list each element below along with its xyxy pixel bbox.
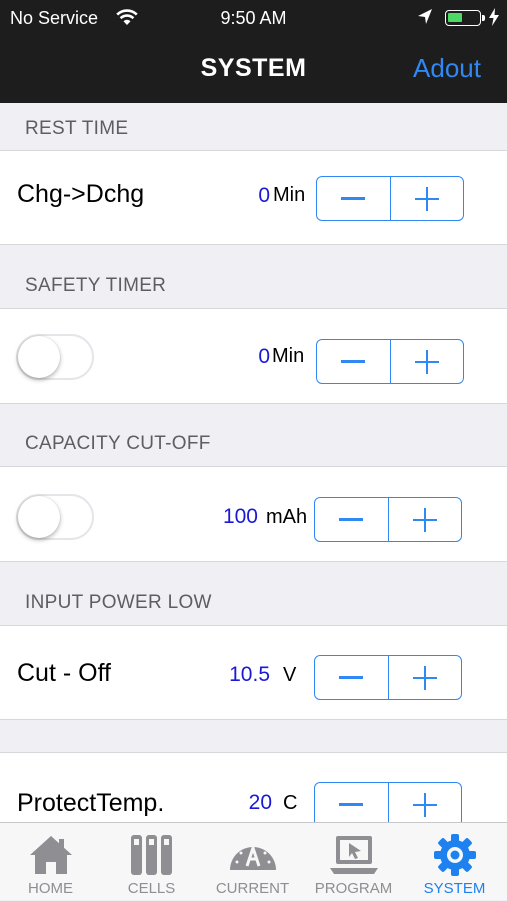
decrement-button[interactable] <box>317 340 390 383</box>
section-header-label: INPUT POWER LOW <box>25 592 212 613</box>
increment-button[interactable] <box>387 656 462 699</box>
tab-current[interactable]: CURRENT <box>202 823 303 901</box>
plus-icon <box>414 349 439 374</box>
tab-label: CELLS <box>127 880 176 897</box>
stepper-input-power-low <box>314 655 462 700</box>
cells-icon <box>101 831 202 879</box>
status-bar: No Service 9:50 AM <box>0 0 507 36</box>
decrement-button[interactable] <box>315 783 388 826</box>
tab-label: SYSTEM <box>423 880 486 897</box>
value-rest-time: 0 <box>258 184 270 207</box>
unit-protect-temp: C <box>283 792 298 814</box>
value-capacity-cutoff: 100 <box>222 505 258 528</box>
gear-icon <box>404 831 505 879</box>
toggle-knob <box>18 496 60 538</box>
value-safety-timer: 0 <box>258 345 270 368</box>
unit-input-power-low: V <box>283 664 297 686</box>
section-header-rest-time: REST TIME <box>0 103 507 150</box>
plus-icon <box>412 792 437 817</box>
row-input-power-low: Cut - Off 10.5 V <box>0 625 507 720</box>
tab-system[interactable]: SYSTEM <box>404 823 505 901</box>
stepper-protect-temp <box>314 782 462 827</box>
minus-icon <box>341 197 366 200</box>
home-icon <box>0 831 101 879</box>
row-label: Chg->Dchg <box>17 180 145 208</box>
stepper-capacity-cutoff <box>314 497 462 542</box>
tab-cells[interactable]: CELLS <box>101 823 202 901</box>
about-button[interactable]: Adout <box>413 53 481 84</box>
row-capacity-cutoff: 100 mAh <box>0 466 507 562</box>
increment-button[interactable] <box>389 340 464 383</box>
decrement-button[interactable] <box>315 656 388 699</box>
section-header-input-power-low: INPUT POWER LOW <box>0 562 507 625</box>
laptop-icon <box>303 831 404 879</box>
toggle-knob <box>18 336 60 378</box>
unit-rest-time: Min <box>273 184 306 206</box>
battery-icon <box>445 10 485 26</box>
minus-icon <box>339 803 364 806</box>
section-header-label: CAPACITY CUT-OFF <box>25 433 211 454</box>
safety-timer-toggle[interactable] <box>16 334 94 380</box>
section-header-label: REST TIME <box>25 118 129 139</box>
plus-icon <box>414 186 439 211</box>
capacity-cutoff-toggle[interactable] <box>16 494 94 540</box>
minus-icon <box>339 676 364 679</box>
increment-button[interactable] <box>387 498 462 541</box>
stepper-rest-time <box>316 176 464 221</box>
increment-button[interactable] <box>387 783 462 826</box>
decrement-button[interactable] <box>317 177 390 220</box>
unit-capacity-cutoff: mAh <box>266 506 308 528</box>
minus-icon <box>339 518 364 521</box>
section-spacer <box>0 720 507 752</box>
charging-icon <box>488 8 500 31</box>
unit-safety-timer: Min <box>272 345 305 367</box>
tab-label: HOME <box>28 880 73 897</box>
location-icon <box>417 8 433 31</box>
row-label: ProtectTemp. <box>17 789 165 817</box>
increment-button[interactable] <box>389 177 464 220</box>
tab-bar: HOME CELLS CURRENT PROGRAM SYSTEM <box>0 822 507 900</box>
minus-icon <box>341 360 366 363</box>
value-input-power-low: 10.5 <box>229 663 270 686</box>
section-header-label: SAFETY TIMER <box>25 275 167 296</box>
gauge-icon <box>202 831 303 879</box>
top-bar: No Service 9:50 AM SYSTEM Adout <box>0 0 507 103</box>
tab-home[interactable]: HOME <box>0 823 101 901</box>
section-header-capacity-cutoff: CAPACITY CUT-OFF <box>0 404 507 466</box>
plus-icon <box>412 665 437 690</box>
row-safety-timer: 0 Min <box>0 308 507 404</box>
decrement-button[interactable] <box>315 498 388 541</box>
row-label: Cut - Off <box>17 659 112 687</box>
tab-program[interactable]: PROGRAM <box>303 823 404 901</box>
section-header-safety-timer: SAFETY TIMER <box>0 245 507 308</box>
stepper-safety-timer <box>316 339 464 384</box>
tab-label: CURRENT <box>215 880 290 897</box>
plus-icon <box>412 507 437 532</box>
value-protect-temp: 20 <box>248 791 272 814</box>
tab-label: PROGRAM <box>314 880 393 897</box>
row-rest-time: Chg->Dchg 0 Min <box>0 150 507 245</box>
